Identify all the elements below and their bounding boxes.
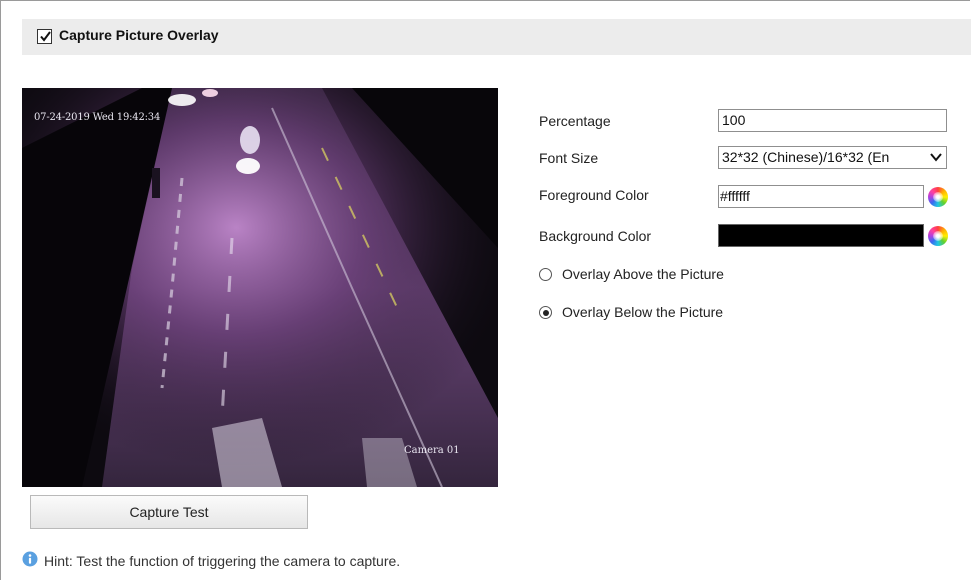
chevron-down-icon <box>930 153 942 162</box>
font-size-selected: 32*32 (Chinese)/16*32 (En <box>722 149 890 165</box>
overlay-below-radio[interactable] <box>539 306 552 319</box>
capture-test-button[interactable]: Capture Test <box>30 495 308 529</box>
percentage-label: Percentage <box>539 113 611 129</box>
overlay-above-label: Overlay Above the Picture <box>562 266 724 282</box>
hint-text: Hint: Test the function of triggering th… <box>44 553 401 569</box>
overlay-enable-checkbox[interactable] <box>37 29 52 44</box>
checkmark-icon <box>40 31 51 42</box>
background-color-input[interactable] <box>718 224 924 247</box>
font-size-select[interactable]: 32*32 (Chinese)/16*32 (En <box>718 146 947 169</box>
background-color-wheel-icon[interactable] <box>928 226 948 246</box>
foreground-color-label: Foreground Color <box>539 187 649 203</box>
capture-preview-image: 07-24-2019 Wed 19:42:34 Camera 01 <box>22 88 498 487</box>
section-header: Capture Picture Overlay <box>22 19 971 55</box>
preview-camera-name: Camera 01 <box>404 445 460 456</box>
overlay-above-radio[interactable] <box>539 268 552 281</box>
percentage-input[interactable]: 100 <box>718 109 947 132</box>
preview-timestamp: 07-24-2019 Wed 19:42:34 <box>34 112 161 123</box>
foreground-color-input[interactable]: #ffffff <box>718 185 924 208</box>
background-color-label: Background Color <box>539 228 652 244</box>
overlay-below-label: Overlay Below the Picture <box>562 304 724 320</box>
section-title: Capture Picture Overlay <box>59 27 219 43</box>
font-size-label: Font Size <box>539 150 599 166</box>
foreground-color-wheel-icon[interactable] <box>928 187 948 207</box>
info-icon <box>22 551 38 567</box>
